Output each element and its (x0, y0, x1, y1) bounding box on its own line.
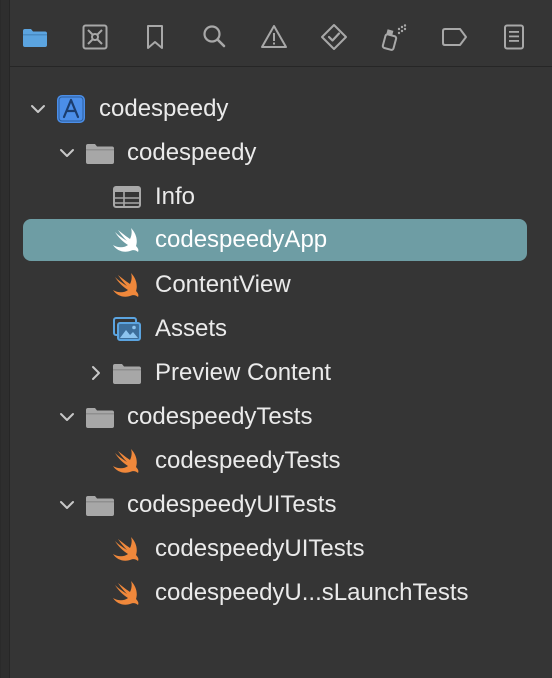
tree-item-label: codespeedyU...sLaunchTests (155, 579, 469, 606)
report-navigator-tab[interactable] (499, 22, 529, 52)
project-navigator: codespeedy codespeedy Info codespeedyApp… (0, 0, 552, 678)
debug-navigator-tab[interactable] (379, 22, 409, 52)
project-navigator-tab[interactable] (20, 22, 50, 52)
breakpoint-tag-icon (442, 28, 467, 46)
asset-catalog-icon (111, 314, 143, 344)
tree-item-label: codespeedy (127, 139, 257, 166)
tree-item-codespeedyapp[interactable]: codespeedyApp (23, 219, 527, 261)
tree-item-label: Assets (155, 315, 228, 342)
tree-item-group-main[interactable]: codespeedy (23, 132, 527, 174)
folder-icon (84, 490, 116, 520)
find-navigator-tab[interactable] (199, 22, 229, 52)
tree-item-group-tests[interactable]: codespeedyTests (23, 396, 527, 438)
swift-icon (111, 534, 143, 564)
chevron-down-icon[interactable] (58, 408, 76, 426)
tree-item-label: codespeedyTests (155, 447, 341, 474)
tree-item-label: codespeedyTests (127, 403, 313, 430)
app-project-icon (55, 94, 87, 124)
tree-item-label: codespeedyUITests (155, 535, 365, 562)
tree-item-tests-file[interactable]: codespeedyTests (23, 440, 527, 482)
breakpoint-navigator-tab[interactable] (439, 22, 469, 52)
tree-item-group-uitests[interactable]: codespeedyUITests (23, 484, 527, 526)
search-icon (203, 25, 226, 48)
navigator-toolbar (9, 0, 552, 67)
tree-item-assets[interactable]: Assets (23, 308, 527, 350)
file-tree: codespeedy codespeedy Info codespeedyApp… (9, 67, 552, 678)
test-navigator-tab[interactable] (319, 22, 349, 52)
report-list-icon (504, 24, 524, 50)
tree-item-label: codespeedyApp (155, 226, 328, 253)
tree-item-label: Preview Content (155, 359, 332, 386)
swift-icon (111, 578, 143, 608)
plist-table-icon (111, 182, 143, 212)
tree-item-label: ContentView (155, 271, 291, 298)
swift-icon (111, 225, 143, 255)
folder-icon (84, 402, 116, 432)
chevron-right-icon[interactable] (87, 364, 105, 382)
chevron-down-icon[interactable] (58, 144, 76, 162)
warning-icon (261, 25, 287, 48)
tree-item-uitests-launch-file[interactable]: codespeedyU...sLaunchTests (23, 572, 527, 614)
swift-icon (111, 270, 143, 300)
source-control-navigator-tab[interactable] (80, 22, 110, 52)
swift-icon (111, 446, 143, 476)
bookmark-icon (147, 25, 163, 49)
bookmark-navigator-tab[interactable] (140, 22, 170, 52)
tree-item-project[interactable]: codespeedy (23, 88, 527, 130)
folder-icon (23, 29, 47, 47)
tree-item-label: codespeedy (99, 95, 229, 122)
source-control-icon (82, 24, 108, 50)
chevron-down-icon[interactable] (58, 496, 76, 514)
tree-item-contentview[interactable]: ContentView (23, 264, 527, 306)
tree-item-preview-content[interactable]: Preview Content (23, 352, 527, 394)
tree-item-uitests-file[interactable]: codespeedyUITests (23, 528, 527, 570)
chevron-down-icon[interactable] (29, 100, 47, 118)
tree-item-label: Info (155, 183, 196, 210)
folder-icon (84, 138, 116, 168)
debug-spray-icon (381, 24, 407, 51)
tree-item-info[interactable]: Info (23, 176, 527, 218)
test-diamond-icon (321, 24, 347, 50)
tree-item-label: codespeedyUITests (127, 491, 337, 518)
issue-navigator-tab[interactable] (259, 22, 289, 52)
folder-icon (111, 358, 143, 388)
